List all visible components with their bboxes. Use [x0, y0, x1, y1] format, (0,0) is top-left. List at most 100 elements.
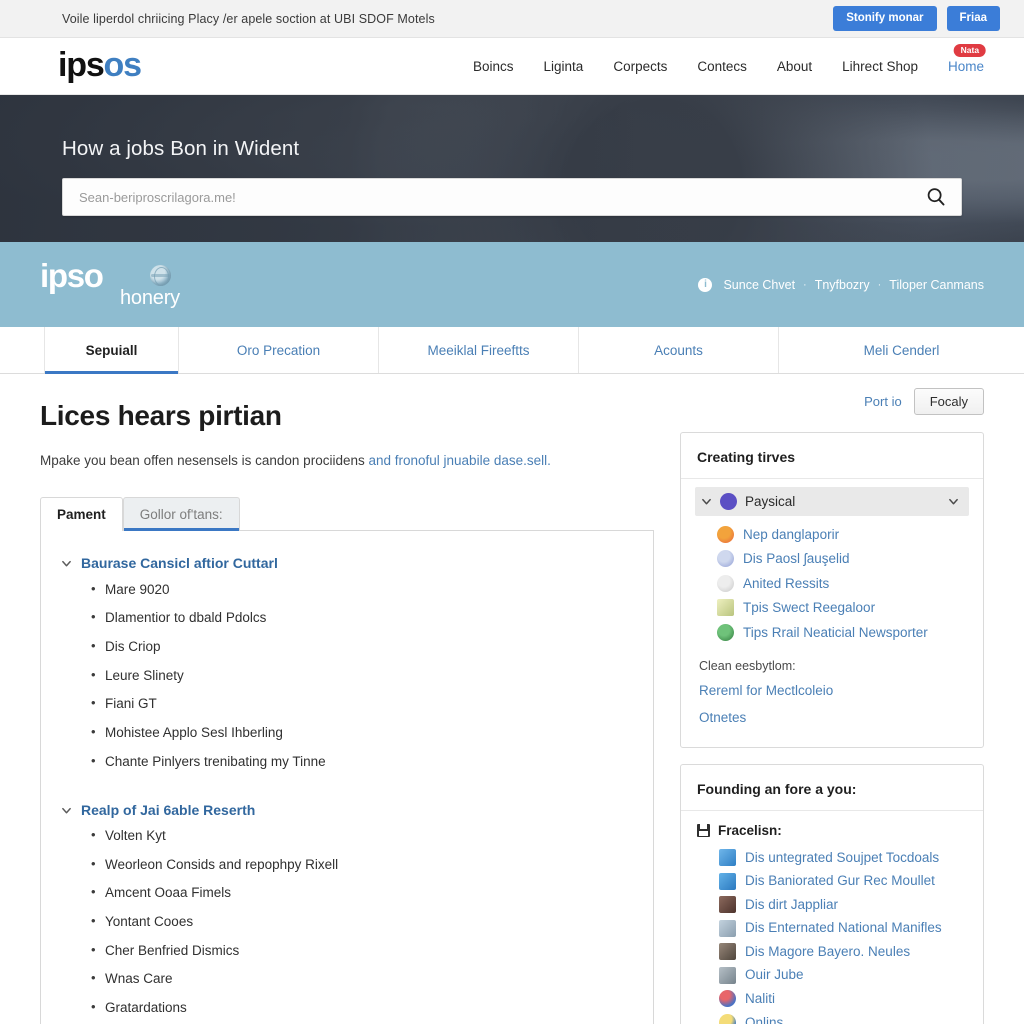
avatar — [719, 943, 736, 961]
inner-tab-gollor-oftans[interactable]: Gollor of'tans: — [122, 497, 240, 532]
nav-badge: Nata — [953, 43, 987, 58]
sub-link-separator-1: · — [803, 278, 807, 291]
nav-item-boincs[interactable]: Boincs — [473, 59, 514, 74]
nav-item-home[interactable]: Nata Home — [948, 43, 987, 74]
founding-link-row[interactable]: Onlins — [695, 1011, 969, 1024]
list-item: Mare 9020 — [91, 580, 633, 599]
logo-text-blue: os — [103, 46, 142, 84]
sidebar-link-label: Tips Rrail Neaticial Newsporter — [743, 624, 928, 640]
announcement-text: Voile liperdol chriicing Placy /er apele… — [62, 11, 435, 26]
portio-label[interactable]: Port io — [864, 394, 902, 409]
footer-link-rereml[interactable]: Rereml for Mectlcoleio — [695, 677, 969, 704]
sidebar-link-row[interactable]: Dis Paosl ʃauşelid — [695, 547, 969, 572]
nav-item-lihrect-shop[interactable]: Lihrect Shop — [842, 59, 918, 74]
avatar — [719, 966, 736, 984]
fracelisn-label: Fracelisn: — [718, 822, 782, 838]
magnifier-icon[interactable] — [925, 186, 947, 208]
globe-icon — [150, 264, 171, 286]
sidebar-link-row[interactable]: Tips Rrail Neaticial Newsporter — [695, 620, 969, 645]
avatar — [719, 919, 736, 937]
tab-meeiklal-fireeftts[interactable]: Meeiklal Fireeftts — [379, 327, 579, 373]
sub-link-tnyfbozry[interactable]: Tnyfbozry — [815, 278, 870, 292]
search-input[interactable] — [77, 188, 925, 206]
sidebar-link-row[interactable]: Anited Ressits — [695, 571, 969, 596]
clean-note: Clean eesbytlom: — [699, 658, 796, 673]
founding-link-row[interactable]: Dis Enternated National Manifles — [695, 916, 969, 940]
chevron-down-icon — [62, 561, 71, 567]
nav-item-contecs[interactable]: Contecs — [697, 59, 747, 74]
list-item: Dis Criop — [91, 637, 633, 656]
tab-acounts[interactable]: Acounts — [579, 327, 779, 373]
page-root: Voile liperdol chriicing Placy /er apele… — [0, 0, 1024, 1024]
accordion-list-1: Mare 9020 Dlamentior to dbald Pdolcs Dis… — [55, 580, 633, 772]
nav-links: Boincs Liginta Corpects Contecs About Li… — [473, 43, 987, 74]
avatar — [717, 574, 734, 592]
page-subtitle-link[interactable]: and fronoful jnuabile dase.sell. — [368, 453, 550, 468]
tab-oro-precation[interactable]: Oro Precation — [179, 327, 379, 373]
hero-content: How a jobs Bon in Wident — [0, 95, 1024, 216]
footer-link-otnetes[interactable]: Otnetes — [695, 704, 969, 731]
founding-link-row[interactable]: Dis Magore Bayero. Neules — [695, 940, 969, 964]
avatar — [719, 1013, 736, 1024]
nav-item-about[interactable]: About — [777, 59, 812, 74]
chevron-down-icon[interactable] — [948, 496, 959, 507]
creating-tirves-title: Creating tirves — [681, 433, 983, 479]
list-item: Weorleon Consids and repophpy Rixell — [91, 855, 633, 874]
list-item: Wnas Care — [91, 969, 633, 988]
nav-item-liginta[interactable]: Liginta — [544, 59, 584, 74]
founding-link-row[interactable]: Dis dirt Jappliar — [695, 893, 969, 917]
announcement-primary-button[interactable]: Stonify monar — [833, 6, 937, 31]
founding-link-row[interactable]: Dis Baniorated Gur Rec Moullet — [695, 869, 969, 893]
section-tab-strip: Sepuiall Oro Precation Meeiklal Fireeftt… — [0, 327, 1024, 374]
founding-link-label: Dis dirt Jappliar — [745, 896, 839, 912]
sidebar-link-row[interactable]: Nep danglaporir — [695, 522, 969, 547]
accordion-header-2[interactable]: Realp of Jai 6able Reserth — [55, 796, 633, 823]
founding-link-label: Dis Enternated National Manifles — [745, 920, 942, 936]
founding-card: Founding an fore a you: Fracelisn: Dis u… — [680, 763, 984, 1024]
sub-link-sunce-chvet[interactable]: Sunce Chvet — [723, 278, 795, 292]
creating-tirves-body: Paysical Nep danglaporir Dis Paosl ʃauşe… — [681, 487, 983, 731]
page-title: Lices hears pirtian — [40, 400, 282, 431]
founding-link-label: Ouir Jube — [745, 967, 804, 983]
founding-link-row[interactable]: Ouir Jube — [695, 963, 969, 987]
focaly-button[interactable]: Focaly — [913, 387, 984, 415]
avatar — [720, 493, 737, 510]
founding-link-row[interactable]: Naliti — [695, 987, 969, 1011]
list-item: Leure Slinety — [91, 666, 633, 685]
list-item: Cher Benfried Dismics — [91, 941, 633, 960]
hero-search-bar[interactable] — [62, 178, 962, 216]
accordion-spacer — [55, 782, 633, 796]
founding-link-label: Dis Baniorated Gur Rec Moullet — [745, 873, 935, 889]
page-content: Lices hears pirtian Mpake you bean offen… — [0, 374, 1024, 1024]
tab-meli-cenderl[interactable]: Meli Cenderl — [779, 327, 1024, 373]
sub-brand-band: ipso honery i Sunce Chvet · Tnyfbozry · … — [0, 242, 1024, 327]
accordion-title-1: Baurase Cansicl aftior Cuttarl — [81, 555, 278, 572]
sidebar-column: Port io Focaly Creating tirves Paysical — [680, 374, 984, 1024]
main-navigation: ipsos Boincs Liginta Corpects Contecs Ab… — [0, 38, 1024, 95]
accordion-header-1[interactable]: Baurase Cansicl aftior Cuttarl — [55, 549, 633, 576]
founding-link-label: Dis untegrated Soujpet Tocdoals — [745, 849, 940, 865]
sub-band-links: i Sunce Chvet · Tnyfbozry · Tiloper Canm… — [698, 277, 984, 292]
list-item: Yontant Cooes — [91, 912, 633, 931]
announcement-actions: Stonify monar Friaa — [833, 6, 1000, 31]
list-item: Amcent Ooaa Fimels — [91, 883, 633, 902]
list-item: Chante Pinlyers trenibating my Tinne — [91, 752, 633, 771]
accordion-panel: Baurase Cansicl aftior Cuttarl Mare 9020… — [40, 530, 654, 1024]
founding-link-row[interactable]: Dis untegrated Soujpet Tocdoals — [695, 846, 969, 870]
sub-logo[interactable]: ipso honery — [34, 257, 224, 313]
sub-link-tiloper-canmans[interactable]: Tiloper Canmans — [889, 278, 984, 292]
chevron-down-icon — [62, 807, 71, 814]
inner-tab-pament[interactable]: Pament — [40, 497, 123, 532]
announcement-secondary-button[interactable]: Friaa — [946, 6, 1000, 31]
nav-item-corpects[interactable]: Corpects — [613, 59, 667, 74]
group-row-paysical[interactable]: Paysical — [695, 487, 969, 516]
announcement-bar: Voile liperdol chriicing Placy /er apele… — [0, 0, 1024, 38]
founding-link-label: Naliti — [745, 991, 776, 1007]
ipsos-logo[interactable]: ipsos — [58, 46, 142, 84]
avatar — [719, 849, 736, 866]
avatar — [717, 599, 734, 617]
sidebar-link-row[interactable]: Tpis Swect Reegaloor — [695, 596, 969, 621]
avatar — [717, 550, 734, 568]
tab-sepuiall[interactable]: Sepuiall — [44, 327, 179, 374]
accordion-list-2: Volten Kyt Weorleon Consids and repophpy… — [55, 826, 633, 1024]
